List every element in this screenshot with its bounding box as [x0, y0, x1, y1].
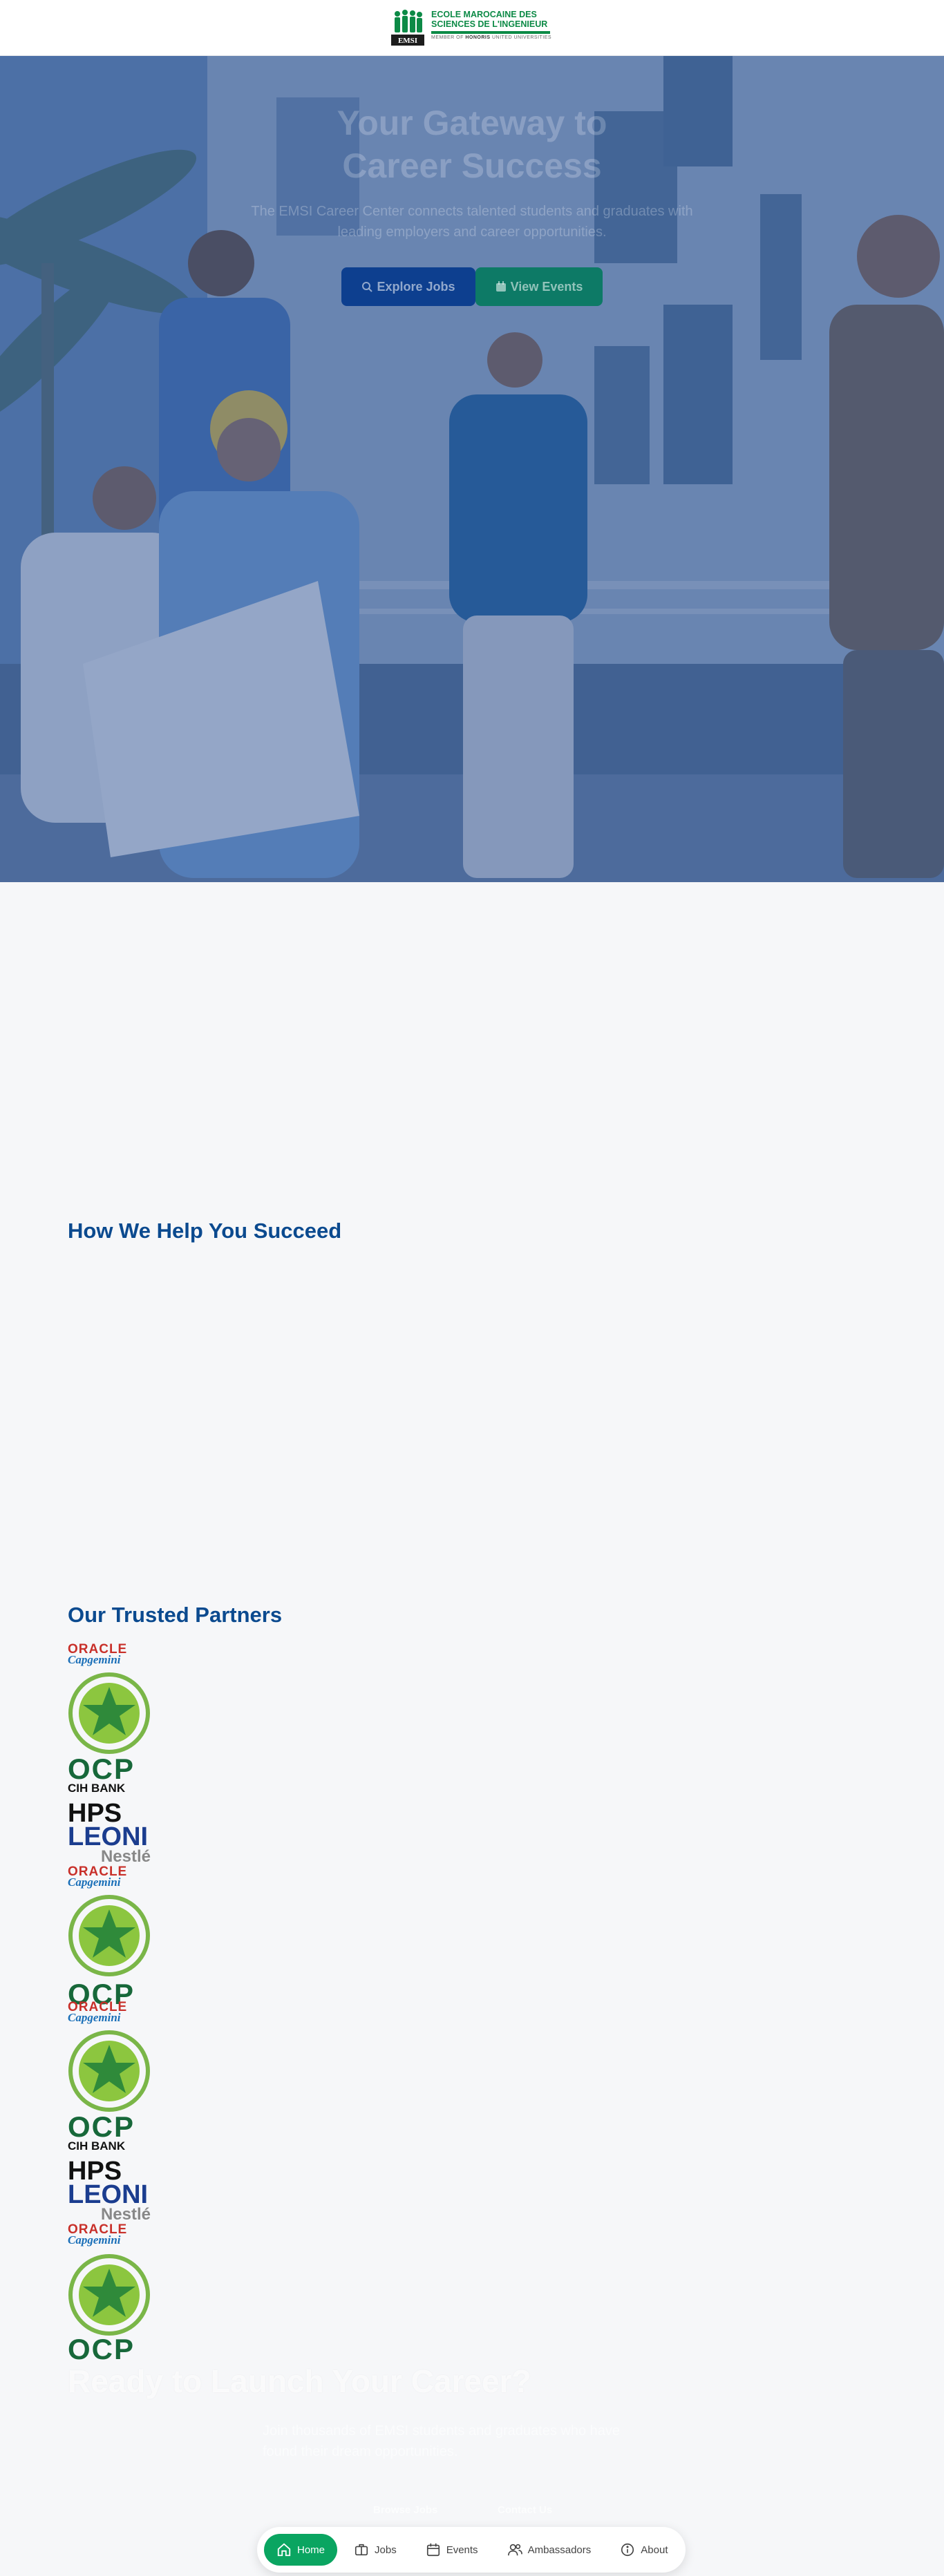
partner-logo-star-emblem-icon [68, 2030, 150, 2112]
logo-membership: MEMBER OF HONORIS UNITED UNIVERSITIES [431, 35, 552, 40]
hero-section: Your Gateway to Career Success The EMSI … [0, 56, 944, 882]
help-section-title: How We Help You Succeed [68, 1219, 342, 1243]
partner-logo-star-emblem-icon [68, 2254, 150, 2336]
partner-logo-star-emblem-icon [68, 1895, 150, 1976]
hero-subtitle: The EMSI Career Center connects talented… [251, 204, 693, 240]
partner-logo-capgemini: Capgemini [68, 2233, 121, 2246]
partner-logo-star-emblem-icon [68, 1672, 150, 1754]
partner-logo-cih: CIH BANK [68, 1782, 126, 1795]
partner-logo-capgemini: Capgemini [68, 1653, 121, 1666]
emsi-logo[interactable]: EMSI ECOLE MAROCAINE DES SCIENCES DE L'I… [391, 8, 551, 47]
explore-jobs-button[interactable]: Explore Jobs [341, 267, 475, 306]
calendar-icon [426, 2543, 440, 2557]
nav-item-events[interactable]: Events [413, 2534, 491, 2566]
search-icon [362, 282, 373, 292]
partner-logo-ocp: OCP [68, 1753, 135, 1785]
partner-logo-ocp: OCP [68, 2333, 135, 2365]
calendar-icon [495, 281, 506, 292]
logo-line1: ECOLE MAROCAINE DES [431, 10, 537, 19]
partner-logo-ocp: OCP [68, 2110, 135, 2143]
site-header: EMSI ECOLE MAROCAINE DES SCIENCES DE L'I… [0, 0, 944, 56]
partner-logo-leoni: LEONI [68, 2180, 149, 2209]
browse-jobs-button[interactable]: Browse Jobs [373, 2504, 437, 2519]
bottom-nav: Home Jobs Events Ambassadors About [257, 2527, 686, 2573]
logo-wordmark: ECOLE MAROCAINE DES SCIENCES DE L'INGENI… [431, 10, 553, 40]
cta-title: Ready to Launch Your Career? [68, 2363, 531, 2399]
partner-logo-cih: CIH BANK [68, 2139, 126, 2153]
nav-item-home[interactable]: Home [264, 2534, 338, 2566]
partner-logo-capgemini: Capgemini [68, 2011, 121, 2024]
home-icon [277, 2543, 291, 2557]
partner-logo-nestle: Nestlé [100, 1847, 151, 1866]
view-events-button[interactable]: View Events [475, 267, 603, 306]
logo-line2: SCIENCES DE L'INGENIEUR [431, 19, 548, 29]
cta-subtitle: Join thousands of EMSI students and grad… [263, 2423, 621, 2459]
logo-divider [431, 31, 550, 34]
emsi-logo-mark-icon: EMSI [391, 10, 424, 46]
info-icon [621, 2543, 634, 2557]
nav-item-about[interactable]: About [607, 2534, 680, 2566]
partners-section-title: Our Trusted Partners [68, 1603, 283, 1627]
users-icon [507, 2544, 522, 2556]
partner-logo-capgemini: Capgemini [68, 1876, 121, 1889]
partner-logo-nestle: Nestlé [100, 2205, 151, 2224]
nav-item-ambassadors[interactable]: Ambassadors [495, 2534, 604, 2566]
hero-title: Your Gateway to Career Success [337, 104, 607, 185]
logo-badge-text: EMSI [398, 37, 417, 45]
nav-item-jobs[interactable]: Jobs [341, 2534, 409, 2566]
partner-logo-leoni: LEONI [68, 1822, 149, 1851]
contact-us-button[interactable]: Contact Us [498, 2504, 552, 2519]
briefcase-icon [355, 2544, 368, 2556]
